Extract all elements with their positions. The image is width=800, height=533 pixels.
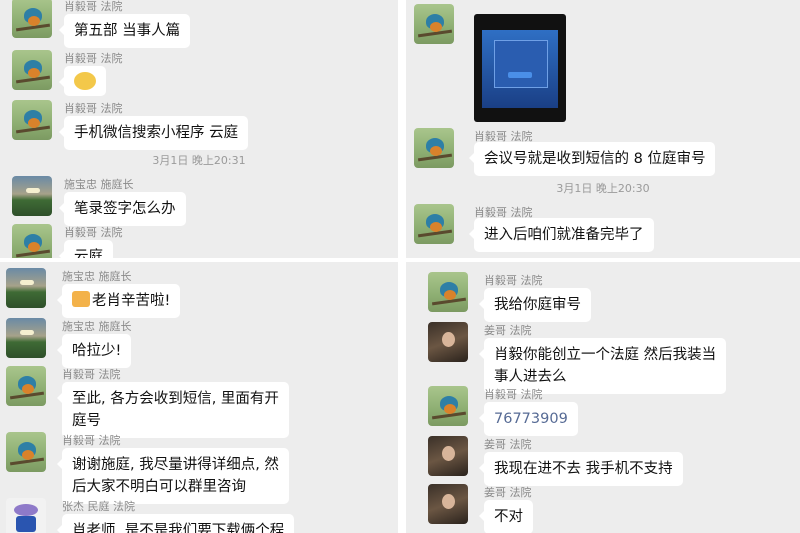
kingfisher-avatar-icon[interactable] [414,4,454,44]
message-item: 肖毅哥 法院 云庭 [12,224,392,258]
sender-name: 肖毅哥 法院 [64,52,123,65]
sender-name: 施宝忠 施庭长 [62,320,132,333]
kingfisher-avatar-icon[interactable] [414,204,454,244]
message-item: 肖毅哥 法院 进入后咱们就准备完毕了 [414,204,794,252]
person-avatar-icon[interactable] [428,322,468,362]
sender-name: 肖毅哥 法院 [62,434,121,447]
message-bubble[interactable]: 会议号就是收到短信的 8 位庭审号 [468,142,716,176]
message-bubble[interactable]: 云庭 [59,240,113,258]
message-item: 肖毅哥 法院 [12,50,392,96]
message-item: 姜哥 法院 不对 [428,484,798,533]
message-item [414,4,794,124]
message-item: 施宝忠 施庭长 哈拉少! [6,318,386,368]
screenshot-image[interactable] [474,14,566,122]
landscape-avatar-icon[interactable] [12,176,52,216]
message-item: 施宝忠 施庭长 笔录签字怎么办 [12,176,392,226]
message-item: 肖毅哥 法院 手机微信搜索小程序 云庭 [12,100,392,150]
sender-name: 肖毅哥 法院 [64,102,123,115]
landscape-avatar-icon[interactable] [6,318,46,358]
sender-name: 姜哥 法院 [484,438,532,451]
kingfisher-avatar-icon[interactable] [12,224,52,258]
message-bubble[interactable]: 我现在进不去 我手机不支持 [479,452,683,486]
message-item: 肖毅哥 法院 会议号就是收到短信的 8 位庭审号 [414,128,794,176]
flower-avatar-icon[interactable] [6,498,46,533]
kingfisher-avatar-icon[interactable] [428,386,468,426]
kingfisher-avatar-icon[interactable] [428,272,468,312]
sender-name: 施宝忠 施庭长 [62,270,132,283]
phone-number-link[interactable]: 76773909 [479,402,578,436]
sender-name: 施宝忠 施庭长 [64,178,134,191]
chat-panel-bottom-right: 肖毅哥 法院 我给你庭审号 姜哥 法院 肖毅你能创立一个法庭 然后我装当 事人进… [406,262,800,533]
sender-name: 肖毅哥 法院 [64,226,123,239]
person-avatar-icon[interactable] [428,484,468,524]
message-bubble[interactable]: 第五部 当事人篇 [58,14,191,48]
message-bubble[interactable]: 哈拉少! [56,334,132,368]
message-item: 肖毅哥 法院 第五部 当事人篇 [12,0,392,48]
sender-name: 张杰 民庭 法院 [62,500,135,513]
message-item: 肖毅哥 法院 谢谢施庭, 我尽量讲得详细点, 然 后大家不明白可以群里咨询 [6,432,386,504]
message-item: 肖毅哥 法院 至此, 各方会收到短信, 里面有开 庭号 [6,366,386,438]
message-item: 张杰 民庭 法院 肖老师, 是不是我们要下载俩个程 [6,498,386,533]
chat-panel-bottom-left: 施宝忠 施庭长 老肖辛苦啦! 施宝忠 施庭长 哈拉少! 肖毅哥 法院 至此, 各… [0,262,398,533]
message-bubble[interactable]: 肖老师, 是不是我们要下载俩个程 [56,514,295,533]
person-avatar-icon[interactable] [428,436,468,476]
kingfisher-avatar-icon[interactable] [12,0,52,38]
message-bubble[interactable]: 谢谢施庭, 我尽量讲得详细点, 然 后大家不明白可以群里咨询 [57,448,289,504]
sender-name: 姜哥 法院 [484,486,532,499]
kingfisher-avatar-icon[interactable] [6,432,46,472]
kingfisher-avatar-icon[interactable] [6,366,46,406]
timestamp: 3月1日 晚上20:31 [152,154,246,167]
message-item: 肖毅哥 法院 我给你庭审号 [428,272,798,322]
laugh-emoji-icon [74,72,96,90]
message-item: 姜哥 法院 我现在进不去 我手机不支持 [428,436,798,486]
sender-name: 姜哥 法院 [484,324,532,337]
chat-panel-top-left: 肖毅哥 法院 第五部 当事人篇 肖毅哥 法院 肖毅哥 法院 手机微信搜索小程序 … [0,0,398,258]
sender-name: 肖毅哥 法院 [484,388,543,401]
message-bubble[interactable]: 进入后咱们就准备完毕了 [469,218,654,252]
message-bubble[interactable]: 老肖辛苦啦! [56,284,181,318]
landscape-avatar-icon[interactable] [6,268,46,308]
sender-name: 肖毅哥 法院 [484,274,543,287]
message-text: 老肖辛苦啦! [92,293,171,309]
message-bubble[interactable]: 至此, 各方会收到短信, 里面有开 庭号 [57,382,289,438]
sender-name: 肖毅哥 法院 [62,368,121,381]
message-bubble[interactable]: 不对 [479,500,533,533]
kingfisher-avatar-icon[interactable] [12,100,52,140]
timestamp: 3月1日 晚上20:30 [556,182,650,195]
thumbs-up-icon [72,291,90,307]
message-bubble[interactable]: 手机微信搜索小程序 云庭 [58,116,249,150]
sender-name: 肖毅哥 法院 [64,0,123,13]
message-bubble[interactable]: 我给你庭审号 [479,288,591,322]
message-item: 肖毅哥 法院 76773909 [428,386,798,436]
message-bubble[interactable]: 笔录签字怎么办 [59,192,186,226]
kingfisher-avatar-icon[interactable] [12,50,52,90]
kingfisher-avatar-icon[interactable] [414,128,454,168]
message-item: 施宝忠 施庭长 老肖辛苦啦! [6,268,386,318]
message-bubble[interactable] [59,66,106,96]
message-item: 姜哥 法院 肖毅你能创立一个法庭 然后我装当 事人进去么 [428,322,798,394]
chat-panel-top-right: 肖毅哥 法院 会议号就是收到短信的 8 位庭审号 3月1日 晚上20:30 肖毅… [406,0,800,258]
